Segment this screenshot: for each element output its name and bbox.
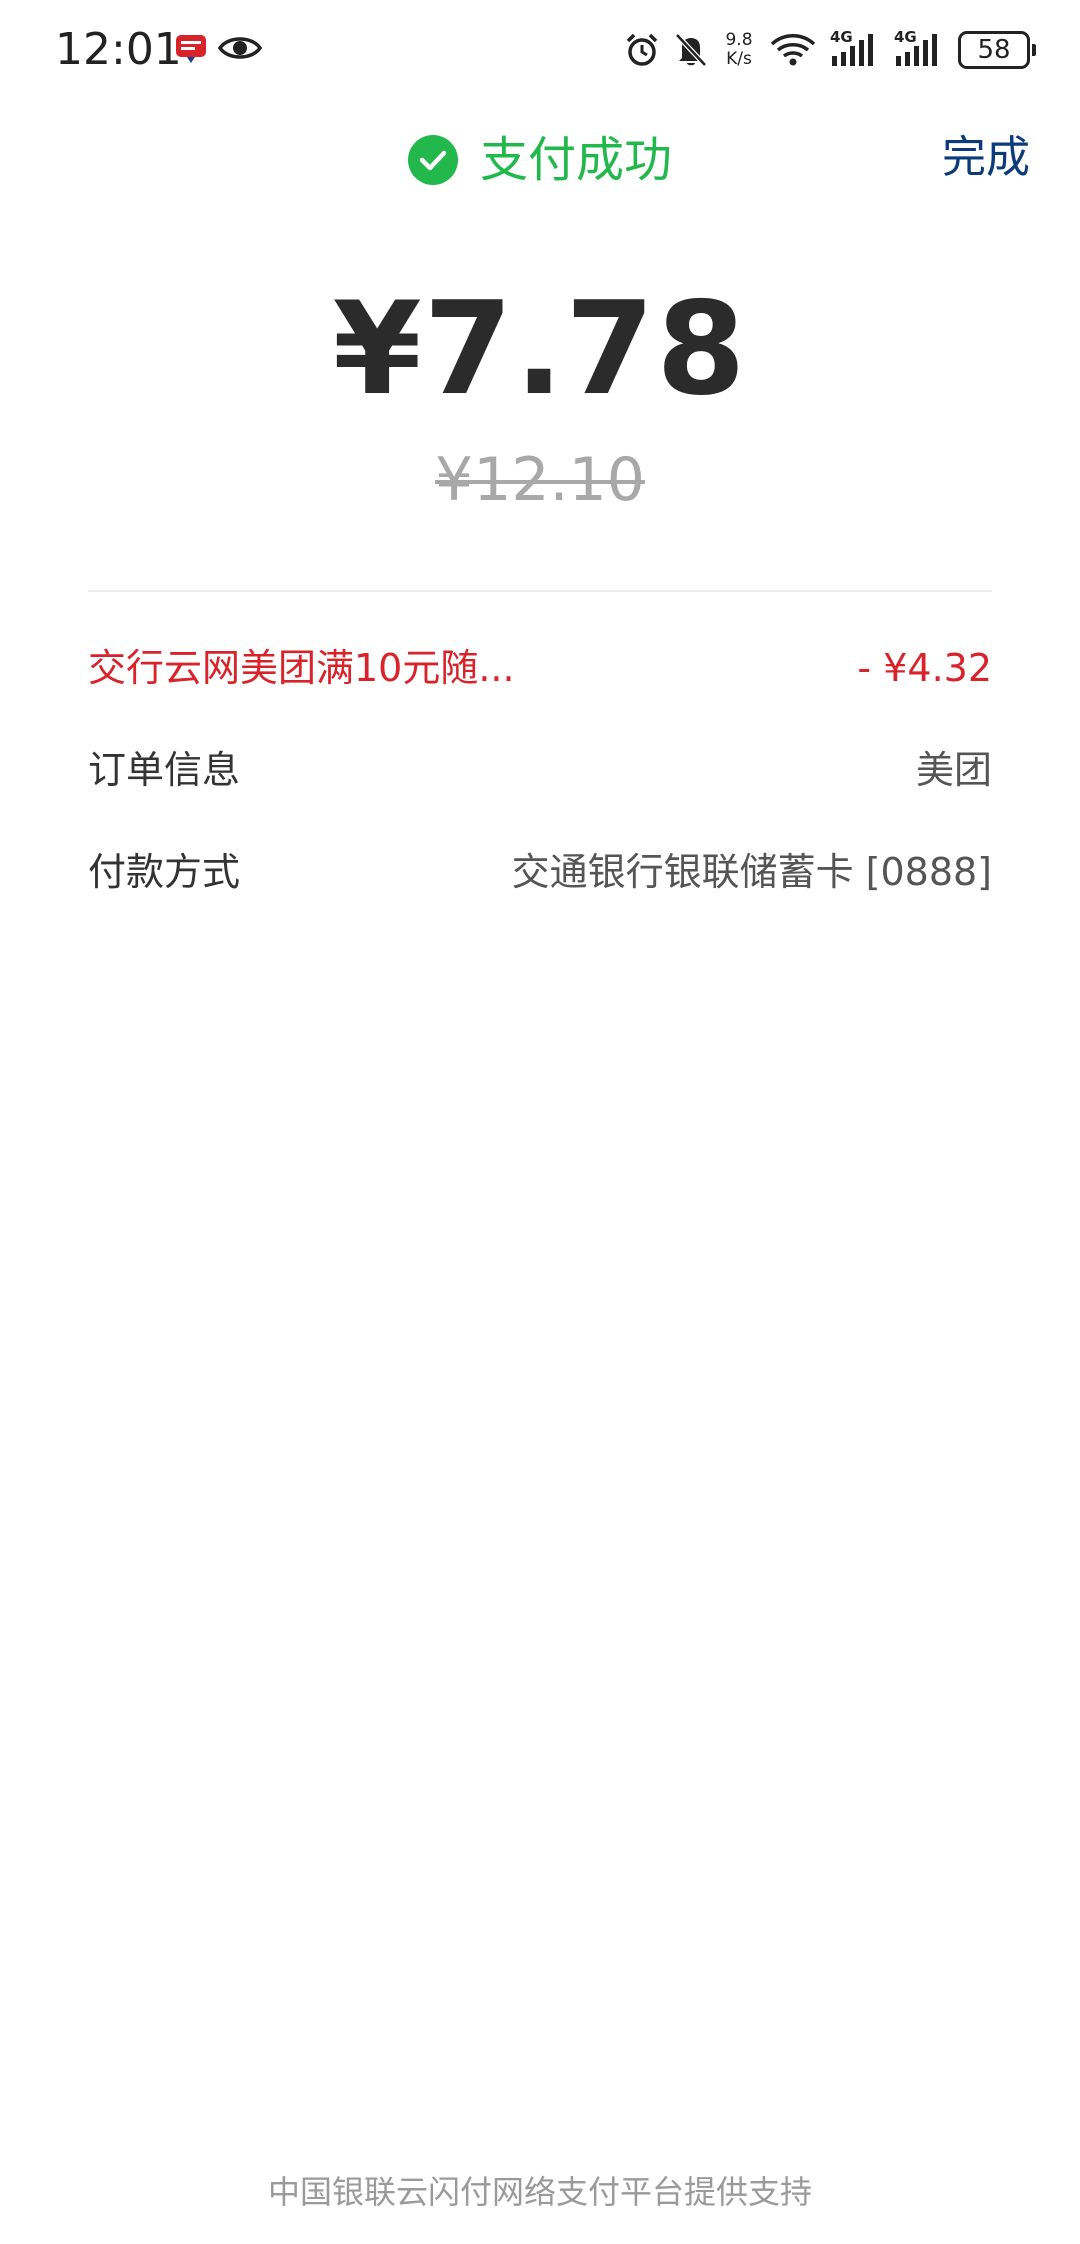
wifi-icon: [770, 34, 816, 66]
discount-row: 交行云网美团满10元随... - ¥4.32: [88, 638, 992, 698]
order-info-row: 订单信息 美团: [88, 740, 992, 800]
done-button[interactable]: 完成: [942, 128, 1030, 188]
divider: [88, 590, 992, 592]
payment-method-label: 付款方式: [88, 850, 241, 894]
footer-text: 中国银联云闪付网络支付平台提供支持: [267, 2173, 812, 2211]
network-speed-unit: K/s: [726, 49, 752, 69]
alarm-icon: [626, 33, 658, 66]
header: 支付成功 完成: [0, 120, 1080, 200]
paid-amount: ¥7.78: [332, 275, 748, 424]
discount-label: 交行云网美团满10元随...: [88, 646, 515, 690]
signal-icon: [896, 34, 937, 66]
payment-status: 支付成功: [0, 120, 1080, 200]
battery-level: 58: [977, 35, 1011, 65]
order-info-label: 订单信息: [88, 748, 241, 792]
signal-1: 4G: [830, 28, 880, 70]
status-bar: 12:01 9.8 K/s 4G 4G 58: [0, 0, 1080, 100]
order-info-value: 美团: [915, 748, 992, 792]
eye-icon: [218, 37, 262, 59]
payment-method-row: 付款方式 交通银行银联储蓄卡 [0888]: [88, 842, 992, 902]
discount-value: - ¥4.32: [857, 646, 992, 690]
network-speed: 9.8 K/s: [722, 31, 756, 69]
original-amount: ¥12.10: [435, 445, 645, 515]
bell-muted-icon: [675, 33, 707, 67]
payment-method-value: 交通银行银联储蓄卡 [0888]: [511, 850, 992, 894]
network-speed-value: 9.8: [725, 30, 753, 50]
check-circle-icon: [407, 135, 458, 185]
signal-2: 4G: [894, 28, 944, 70]
status-time: 12:01: [55, 24, 182, 75]
battery-icon: 58: [958, 31, 1036, 69]
app-notification-icon: [176, 35, 206, 63]
page-title: 支付成功: [479, 132, 672, 188]
signal-icon: [832, 34, 873, 66]
status-icons: 9.8 K/s 4G 4G 58: [624, 24, 1036, 76]
